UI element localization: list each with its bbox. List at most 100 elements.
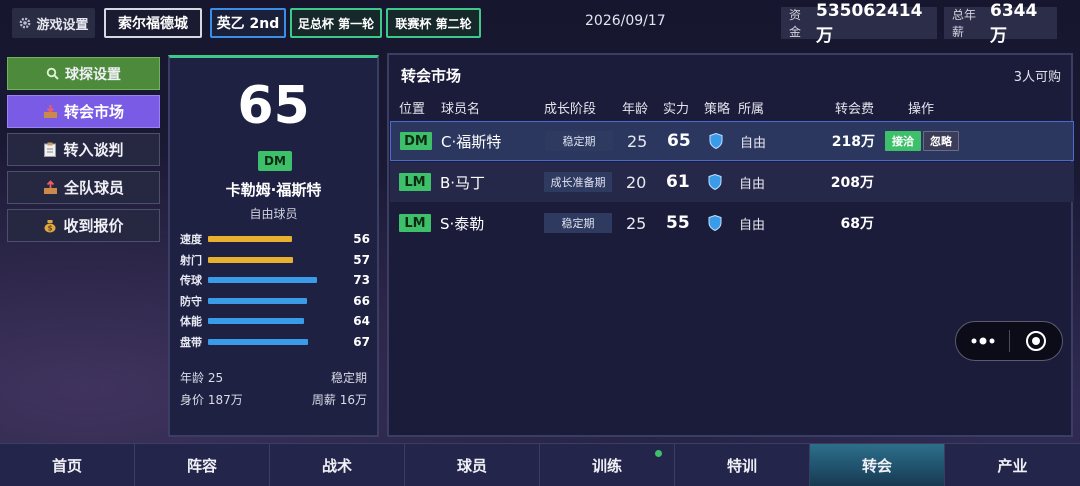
attribute-value: 57 — [353, 252, 370, 267]
scout-settings-button[interactable]: 球探设置 — [7, 57, 160, 90]
game-settings-button[interactable]: 游戏设置 — [12, 8, 95, 38]
player-position-badge: DM — [258, 151, 292, 171]
menu-transfer-market[interactable]: 转会市场 — [7, 95, 160, 128]
attribute-value: 66 — [353, 293, 370, 308]
menu-full-squad[interactable]: 全队球员 — [7, 171, 160, 204]
header-power: 实力 — [663, 102, 690, 117]
attribute-row: 速度 56 — [180, 231, 370, 247]
row-power: 55 — [666, 213, 690, 233]
game-settings-label: 游戏设置 — [36, 17, 89, 33]
row-club: 自由 — [740, 135, 767, 151]
attribute-row: 体能 64 — [180, 313, 370, 329]
transfer-market-title: 转会市场 — [401, 67, 462, 85]
fa-cup-badge[interactable]: 足总杯 第一轮 — [290, 8, 382, 38]
table-row[interactable]: DM C·福斯特 稳定期 25 65 自由 218万 接洽 忽略 — [390, 121, 1074, 161]
attribute-label: 传球 — [180, 274, 202, 288]
menu-full-squad-label: 全队球员 — [63, 179, 124, 197]
money-bag-icon: $ — [44, 220, 56, 233]
player-age-text: 年龄 25 — [180, 371, 224, 385]
nav-lineup[interactable]: 阵容 — [135, 444, 270, 486]
transfer-market-panel: 转会市场 3人可购 位置 球员名 成长阶段 年龄 实力 策略 所属 转会费 操作… — [387, 53, 1074, 437]
player-detail-card: 65 DM 卡勒姆·福斯特 自由球员 速度 56 射门 57 传球 73 防守 66 体能 64 盘… — [168, 55, 379, 437]
nav-transfer[interactable]: 转会 — [810, 444, 945, 486]
attribute-bar-track — [208, 256, 338, 263]
inbox-upload-icon — [43, 180, 57, 194]
attribute-row: 盘带 67 — [180, 334, 370, 350]
top-bar: 游戏设置 索尔福德城 英乙 2nd 足总杯 第一轮 联赛杯 第二轮 2026/0… — [0, 0, 1080, 46]
nav-training-label: 训练 — [591, 457, 622, 475]
nav-tactics[interactable]: 战术 — [270, 444, 405, 486]
ignore-button[interactable]: 忽略 — [923, 131, 959, 151]
row-growth-stage: 稳定期 — [545, 131, 613, 151]
card-footer-row-2: 身价 187万 周薪 16万 — [180, 391, 367, 408]
header-tactic: 策略 — [704, 102, 731, 117]
player-full-name: 卡勒姆·福斯特 — [225, 181, 322, 199]
card-footer-row-1: 年龄 25 稳定期 — [180, 369, 367, 386]
attribute-bar-track — [208, 277, 338, 284]
funds-display: 资金 535062414万 — [781, 1, 937, 46]
row-club: 自由 — [739, 176, 766, 192]
bottom-navigation: 首页 阵容 战术 球员 训练 特训 转会 产业 — [0, 443, 1080, 486]
row-transfer-fee: 68万 — [840, 216, 874, 232]
available-count: 3人可购 — [1013, 70, 1061, 85]
row-age: 25 — [627, 131, 648, 151]
row-transfer-fee: 218万 — [831, 134, 875, 150]
row-club: 自由 — [739, 217, 766, 233]
row-position-badge: LM — [399, 173, 431, 191]
league-cup-badge[interactable]: 联赛杯 第二轮 — [386, 8, 481, 38]
league-badge[interactable]: 英乙 2nd — [210, 8, 286, 38]
row-power: 65 — [667, 131, 691, 151]
contact-button[interactable]: 接洽 — [885, 131, 921, 151]
game-date: 2026/09/17 — [585, 13, 666, 29]
more-dots-icon — [971, 337, 994, 345]
shield-icon — [708, 215, 722, 231]
shield-icon — [708, 174, 722, 190]
table-row[interactable]: LM B·马丁 成长准备期 20 61 自由 208万 — [390, 162, 1074, 202]
menu-incoming-negotiation[interactable]: 转入谈判 — [7, 133, 160, 166]
annual-wage-label: 总年薪 — [952, 8, 977, 39]
svg-text:$: $ — [48, 225, 53, 233]
notification-dot — [655, 450, 662, 457]
nav-industry[interactable]: 产业 — [945, 444, 1080, 486]
row-player-name: S·泰勒 — [440, 214, 485, 233]
annual-wage-display: 总年薪 6344万 — [944, 1, 1057, 46]
menu-received-offers[interactable]: $ 收到报价 — [7, 209, 160, 242]
header-action: 操作 — [908, 102, 935, 117]
club-name-badge[interactable]: 索尔福德城 — [104, 8, 202, 38]
nav-players[interactable]: 球员 — [405, 444, 540, 486]
row-growth-stage: 稳定期 — [544, 213, 612, 233]
annual-wage-value: 6344万 — [990, 0, 1038, 46]
player-value-text: 身价 187万 — [180, 393, 243, 407]
header-age: 年龄 — [622, 102, 649, 117]
nav-home[interactable]: 首页 — [0, 444, 135, 486]
funds-value: 535062414万 — [815, 0, 923, 46]
attribute-bar-fill — [208, 339, 309, 345]
row-power: 61 — [666, 172, 690, 192]
menu-transfer-market-label: 转会市场 — [63, 103, 124, 121]
magnifier-icon — [46, 67, 59, 80]
row-position-badge: LM — [399, 214, 431, 232]
attribute-row: 防守 66 — [180, 293, 370, 309]
player-stage-text: 稳定期 — [330, 371, 367, 385]
attribute-bar-track — [208, 339, 338, 345]
row-age: 25 — [626, 213, 647, 233]
header-growth-stage: 成长阶段 — [544, 102, 597, 117]
nav-special-training[interactable]: 特训 — [675, 444, 810, 486]
attribute-value: 73 — [353, 273, 370, 288]
player-contract-status: 自由球员 — [249, 207, 298, 221]
attribute-row: 传球 73 — [180, 272, 370, 288]
close-app-button[interactable] — [1010, 322, 1062, 360]
table-row[interactable]: LM S·泰勒 稳定期 25 55 自由 68万 — [390, 203, 1074, 243]
row-growth-stage: 成长准备期 — [544, 172, 612, 192]
clipboard-icon — [44, 142, 57, 157]
more-options-button[interactable] — [956, 322, 1009, 360]
attribute-row: 射门 57 — [180, 252, 370, 268]
row-player-name: B·马丁 — [440, 173, 486, 192]
menu-incoming-negotiation-label: 转入谈判 — [63, 141, 124, 159]
attribute-bar-fill — [208, 318, 304, 325]
attribute-label: 盘带 — [180, 336, 202, 349]
attribute-label: 速度 — [180, 233, 202, 246]
attribute-bar-fill — [208, 256, 294, 263]
row-age: 20 — [626, 172, 647, 192]
nav-training[interactable]: 训练 — [540, 444, 675, 486]
